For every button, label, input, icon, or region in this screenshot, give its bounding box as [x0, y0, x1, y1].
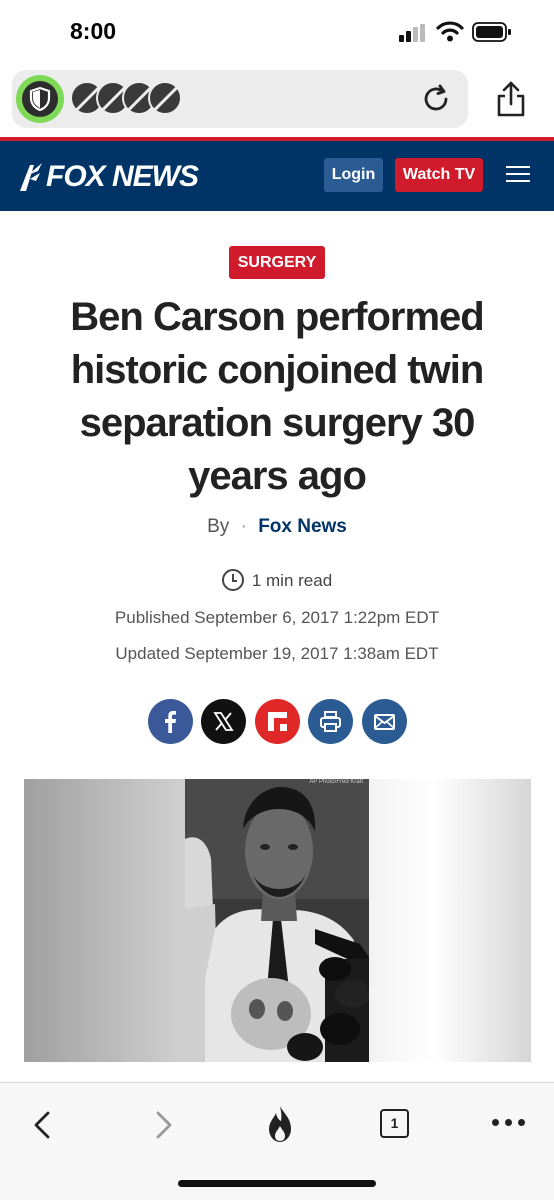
- page: 8:00 FOX NEWS Login Watch TV SURGERY Ben…: [0, 0, 554, 1200]
- privacy-shield-button[interactable]: [16, 75, 64, 123]
- facebook-share-icon[interactable]: [148, 699, 193, 744]
- wifi-icon: [436, 21, 464, 42]
- photo-credit: AP Photo/Fred Kraft: [309, 779, 363, 785]
- tabs-button[interactable]: 1: [380, 1109, 409, 1138]
- status-bar: 8:00: [0, 0, 554, 64]
- fox-news-logo[interactable]: FOX NEWS: [18, 160, 199, 194]
- battery-icon: [472, 22, 511, 42]
- print-share-icon[interactable]: [308, 699, 353, 744]
- read-time: 1 min read: [0, 569, 554, 591]
- blocked-tracker-icon: [148, 81, 182, 115]
- flame-icon[interactable]: [264, 1104, 296, 1144]
- forward-arrow-icon[interactable]: [152, 1110, 176, 1140]
- author-link[interactable]: Fox News: [258, 516, 347, 537]
- more-options-icon[interactable]: [492, 1119, 526, 1127]
- clock-icon: [221, 569, 244, 591]
- article-headline: Ben Carson performed historic conjoined …: [70, 295, 484, 498]
- byline-separator: ·: [240, 516, 247, 537]
- fox-logo-mark-icon: [20, 163, 42, 191]
- article-photo[interactable]: AP Photo/Fred Kraft: [24, 779, 531, 1062]
- hamburger-menu-icon[interactable]: [506, 166, 530, 184]
- email-share-icon[interactable]: [362, 699, 407, 744]
- flipboard-share-icon[interactable]: [255, 699, 300, 744]
- published-date: Published September 6, 2017 1:22pm EDT: [114, 608, 440, 627]
- login-button[interactable]: Login: [324, 158, 383, 192]
- logo-text: FOX NEWS: [46, 160, 199, 193]
- photo-image: AP Photo/Fred Kraft: [185, 779, 369, 1062]
- cellular-signal-icon: [399, 24, 427, 42]
- status-time: 8:00: [70, 18, 117, 44]
- share-buttons: [148, 699, 408, 745]
- byline: By · Fox News: [0, 516, 554, 538]
- home-indicator[interactable]: [178, 1180, 376, 1187]
- photo-illustration: [185, 779, 369, 1062]
- watch-tv-button[interactable]: Watch TV: [395, 158, 483, 192]
- read-time-text: 1 min read: [251, 571, 333, 590]
- category-tag[interactable]: SURGERY: [229, 246, 325, 279]
- photo-blur-right: [369, 779, 531, 1062]
- back-arrow-icon[interactable]: [30, 1110, 54, 1140]
- address-bar[interactable]: [12, 70, 468, 128]
- photo-blur-left: [24, 779, 185, 1062]
- updated-date: Updated September 19, 2017 1:38am EDT: [115, 644, 439, 663]
- reload-icon[interactable]: [420, 83, 452, 115]
- x-share-icon[interactable]: [201, 699, 246, 744]
- share-icon[interactable]: [494, 80, 528, 118]
- blocked-trackers: [70, 81, 210, 117]
- byline-label: By: [207, 516, 230, 537]
- shield-icon: [22, 81, 58, 117]
